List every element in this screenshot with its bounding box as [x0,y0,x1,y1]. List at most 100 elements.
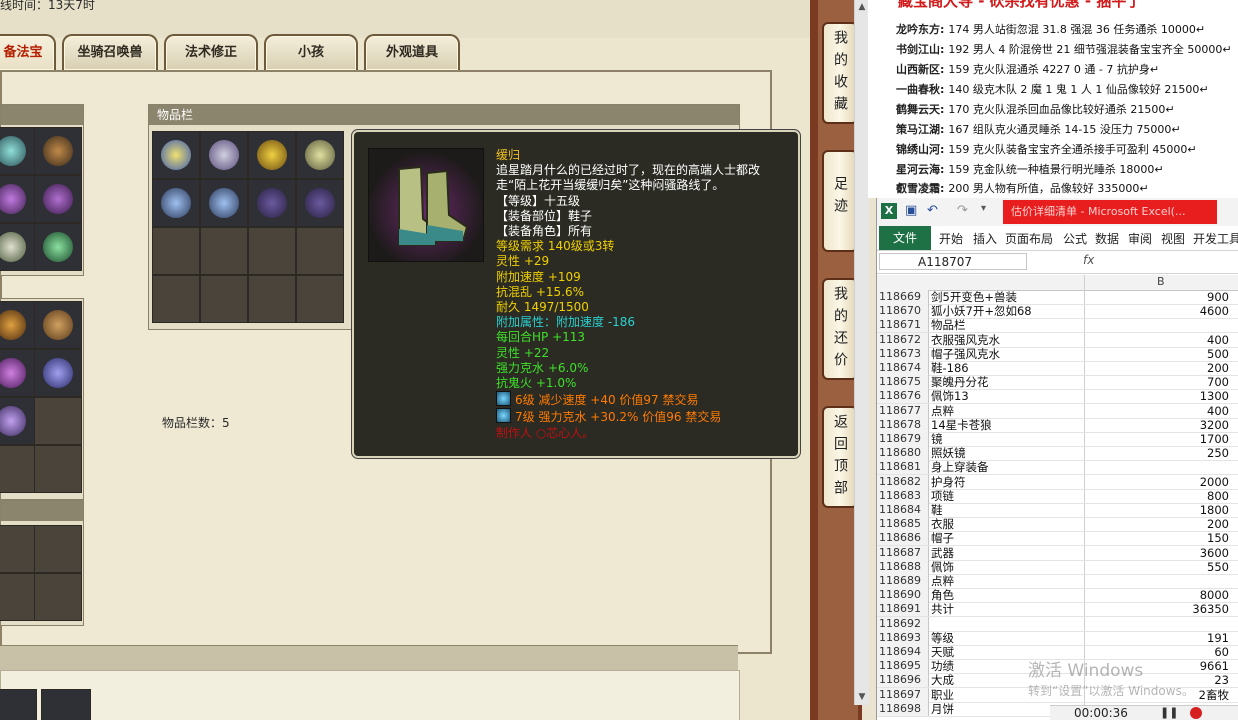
equip-slot[interactable] [0,175,35,223]
equip-slot[interactable] [0,127,35,175]
pause-icon[interactable]: ❚❚ [1160,706,1178,719]
extra-slot[interactable] [34,525,82,573]
sheet-row[interactable]: 118678 14星卡苍狼 3200 [877,417,1238,433]
inventory-slot[interactable] [152,275,200,323]
cell-a[interactable]: 点粹 [931,404,1081,418]
cell-b[interactable]: 191 [1085,631,1229,645]
inventory-slot[interactable] [200,179,248,227]
tab-mounts[interactable]: 坐骑召唤兽 [62,34,158,70]
fx-icon[interactable]: fx [1083,253,1094,267]
row-number[interactable]: 118681 [877,460,929,475]
inventory-slot[interactable] [248,131,296,179]
customize-arrow-icon[interactable]: ▾ [981,203,986,214]
row-number[interactable]: 118677 [877,403,929,418]
inventory-slot[interactable] [296,179,344,227]
redo-icon[interactable]: ↷ [957,203,968,218]
row-number[interactable]: 118675 [877,375,929,390]
row-number[interactable]: 118697 [877,687,929,702]
ribbon-tab-insert[interactable]: 插入 [973,230,997,247]
extra-slot[interactable] [34,573,82,621]
inventory-slot[interactable] [296,275,344,323]
cell-b[interactable]: 800 [1085,489,1229,503]
cell-a[interactable]: 项链 [931,489,1081,503]
scroll-up-icon[interactable]: ▲ [855,0,869,14]
row-number[interactable]: 118688 [877,559,929,574]
row-number[interactable]: 118691 [877,602,929,617]
cell-a[interactable]: 等级 [931,631,1081,645]
cell-b[interactable]: 200 [1085,517,1229,531]
ribbon-tab-review[interactable]: 审阅 [1128,230,1152,247]
nav-back-to-top-button[interactable]: 返回顶部 [822,406,858,508]
sheet-row[interactable]: 118692 [877,616,1238,632]
row-number[interactable]: 118670 [877,304,929,319]
tab-appearance[interactable]: 外观道具 [364,34,460,70]
column-b-header[interactable]: B [1157,275,1165,288]
row-number[interactable]: 118684 [877,503,929,517]
row-number[interactable]: 118682 [877,474,929,489]
name-box[interactable]: A118707 [879,253,1027,270]
ribbon-tab-formulas[interactable]: 公式 [1063,230,1087,247]
sheet-row[interactable]: 118683 项链 800 [877,488,1238,504]
sheet-row[interactable]: 118693 等级 191 [877,630,1238,646]
page-scrollbar[interactable]: ▲ ▼ [854,0,869,705]
inventory-slot[interactable] [200,131,248,179]
tab-children[interactable]: 小孩 [264,34,358,70]
cell-b[interactable]: 150 [1085,531,1229,545]
tab-equipment[interactable]: 备法宝 [0,34,56,70]
cell-b[interactable]: 2000 [1085,475,1229,489]
inventory-slot[interactable] [200,227,248,275]
row-number[interactable]: 118689 [877,574,929,588]
inventory-slot[interactable] [248,179,296,227]
cell-b[interactable]: 250 [1085,446,1229,460]
stop-icon[interactable] [1190,707,1202,719]
bag-slot[interactable] [34,301,82,349]
sheet-row[interactable]: 118686 帽子 150 [877,531,1238,547]
sheet-row[interactable]: 118674 鞋-186 200 [877,361,1238,376]
sheet-row[interactable]: 118690 角色 8000 [877,588,1238,604]
ribbon-file-tab[interactable]: 文件 [879,226,931,250]
bag-slot[interactable] [0,301,35,349]
bag-slot[interactable] [0,349,35,397]
inventory-slot[interactable] [296,131,344,179]
cell-b[interactable]: 4600 [1085,304,1229,318]
inventory-slot[interactable] [152,227,200,275]
cell-a[interactable]: 衣服 [931,517,1081,531]
bag-slot[interactable] [34,349,82,397]
cell-b[interactable]: 900 [1085,290,1229,304]
sheet-row[interactable]: 118687 武器 3600 [877,545,1238,561]
cell-b[interactable]: 3200 [1085,418,1229,432]
inventory-slot[interactable] [200,275,248,323]
row-number[interactable]: 118669 [877,290,929,304]
sheet-row[interactable]: 118689 点粹 [877,574,1238,589]
cell-b[interactable]: 500 [1085,347,1229,361]
inventory-slot[interactable] [248,275,296,323]
cell-a[interactable]: 共计 [931,602,1081,616]
row-number[interactable]: 118686 [877,531,929,546]
row-number[interactable]: 118683 [877,488,929,503]
equip-slot[interactable] [34,223,82,271]
listing-row[interactable]: 龙吟东方: 174 男人站街忽混 31.8 强混 36 任务通杀 10000↵ [896,21,1205,37]
sheet-row[interactable]: 118688 佩饰 550 [877,559,1238,575]
row-number[interactable]: 118698 [877,701,929,716]
cell-b[interactable]: 400 [1085,333,1229,347]
row-number[interactable]: 118694 [877,645,929,659]
cell-a[interactable]: 点粹 [931,574,1081,588]
sheet-row[interactable]: 118671 物品栏 [877,318,1238,334]
cell-a[interactable]: 角色 [931,588,1081,602]
sheet-row[interactable]: 118679 镜 1700 [877,432,1238,447]
row-number[interactable]: 118673 [877,346,929,361]
ribbon-tab-developer[interactable]: 开发工具 [1193,230,1238,247]
ribbon-tab-home[interactable]: 开始 [939,230,963,247]
listing-row[interactable]: 鹤舞云天: 170 克火队混杀回血品像比较好通杀 21500↵ [896,101,1175,117]
listing-row[interactable]: 星河云海: 159 克金队统一种植景行明光睡杀 18000↵ [896,161,1164,177]
bottom-slot[interactable] [0,689,37,720]
sheet-row[interactable]: 118682 护身符 2000 [877,474,1238,490]
row-number[interactable]: 118690 [877,588,929,603]
bag-slot[interactable] [0,397,35,445]
scroll-down-icon[interactable]: ▼ [855,690,869,704]
row-number[interactable]: 118678 [877,417,929,432]
bag-slot[interactable] [0,445,35,493]
listing-row[interactable]: 书剑江山: 192 男人 4 阶混傍世 21 细节强混装备宝宝齐全 50000↵ [896,41,1232,57]
listing-row[interactable]: 策马江湖: 167 组队克火通灵睡杀 14-15 没压力 75000↵ [896,121,1181,137]
cell-a[interactable]: 狐小妖7开+忽如68 [931,304,1081,318]
